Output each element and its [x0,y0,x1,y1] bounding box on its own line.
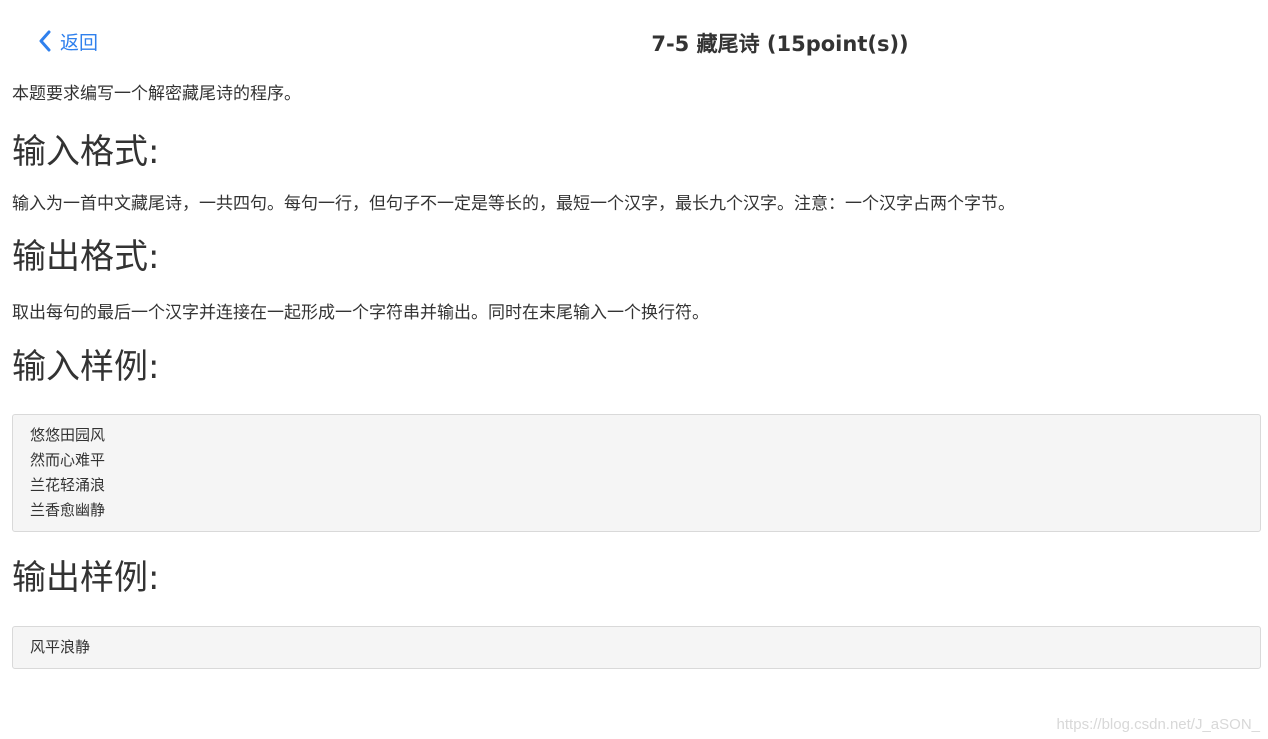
sample-input-block: 悠悠田园风 然而心难平 兰花轻涌浪 兰香愈幽静 [12,414,1261,532]
back-button[interactable]: 返回 [38,28,98,54]
back-label: 返回 [60,31,99,54]
problem-content: 本题要求编写一个解密藏尾诗的程序。 输入格式: 输入为一首中文藏尾诗，一共四句。… [12,80,1261,669]
output-format-heading: 输出格式: [12,237,160,277]
sample-input-line: 兰花轻涌浪 [30,476,106,494]
top-bar: 返回 7-5 藏尾诗 (15point(s)) [0,0,1268,80]
input-format-text: 输入为一首中文藏尾诗，一共四句。每句一行，但句子不一定是等长的，最短一个汉字，最… [12,194,1015,214]
output-format-text: 取出每句的最后一个汉字并连接在一起形成一个字符串并输出。同时在末尾输入一个换行符… [12,303,709,323]
input-format-heading: 输入格式: [12,132,160,172]
sample-input-line: 然而心难平 [30,451,106,469]
watermark: https://blog.csdn.net/J_aSON_ [1056,716,1260,733]
sample-output-block: 风平浪静 [12,626,1261,669]
sample-input-line: 兰香愈幽静 [30,501,106,519]
chevron-left-icon [39,30,51,52]
page-title: 7-5 藏尾诗 (15point(s)) [651,32,909,56]
sample-output-heading: 输出样例: [12,558,160,598]
sample-input-line: 悠悠田园风 [30,426,106,444]
sample-input-heading: 输入样例: [12,347,160,387]
sample-output-line: 风平浪静 [30,638,91,656]
problem-intro: 本题要求编写一个解密藏尾诗的程序。 [12,84,301,104]
